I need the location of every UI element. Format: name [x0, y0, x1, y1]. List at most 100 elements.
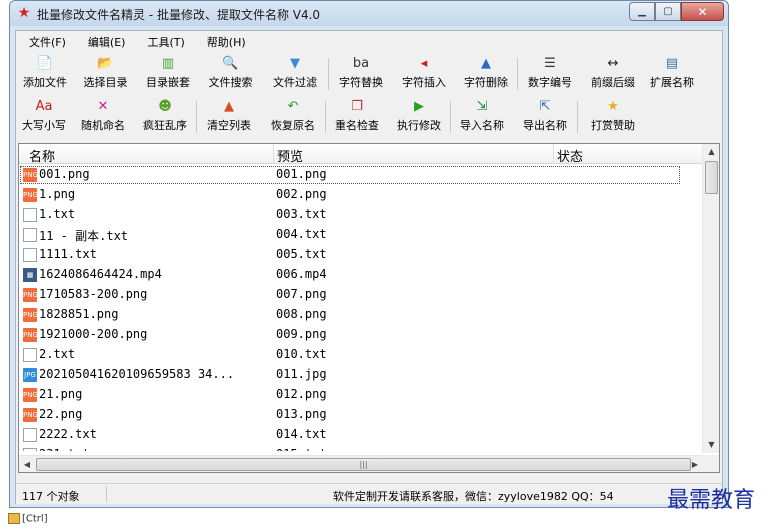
app-star-icon: ★: [17, 5, 31, 21]
menu-tools[interactable]: 工具(T): [134, 31, 193, 51]
toolbar-button-shuffle[interactable]: ✕ 随机命名: [72, 95, 134, 140]
taskbar-app-icon: [8, 513, 20, 524]
toolbar-button-label: 前缀后缀: [591, 76, 635, 89]
nested-folder-icon: ▥: [161, 56, 175, 71]
toolbar-button-folder-open[interactable]: 📂 选择目录: [74, 52, 137, 95]
file-row[interactable]: 1.txt 003.txt: [19, 205, 703, 225]
scroll-corner: [702, 455, 719, 472]
column-header-preview[interactable]: 预览: [277, 146, 303, 165]
toolbar-button-label: 扩展名称: [650, 76, 694, 89]
toolbar-button-filter[interactable]: ▼ 文件过滤: [262, 52, 328, 95]
toolbar-button-delete-chars[interactable]: ▲ 字符删除: [455, 52, 517, 95]
toolbar-button-prefix-suffix[interactable]: ↔ 前缀后缀: [582, 52, 644, 95]
scroll-right-arrow-icon[interactable]: ▶: [687, 456, 703, 472]
maximize-button[interactable]: ▢: [655, 2, 681, 21]
minimize-button[interactable]: ▁: [629, 2, 655, 21]
toolbar-button-label: 文件过滤: [273, 76, 317, 89]
txt-file-icon: [23, 348, 37, 362]
execute-icon: ▶: [414, 99, 424, 114]
toolbar-button-star[interactable]: ★ 打赏赞助: [578, 95, 648, 140]
export-icon: ⇱: [539, 99, 551, 114]
file-name: 1710583-200.png: [39, 287, 148, 301]
toolbar-button-import[interactable]: ⇲ 导入名称: [451, 95, 513, 140]
object-count: 117 个对象: [22, 490, 80, 503]
star-icon: ★: [607, 99, 619, 114]
toolbar-button-replace-chars[interactable]: ba 字符替换: [329, 52, 393, 95]
toolbar-button-crazy-order[interactable]: ☻ 疯狂乱序: [134, 95, 196, 140]
horizontal-scroll-thumb[interactable]: |||: [36, 458, 691, 471]
file-row[interactable]: PNG 1710583-200.png 007.png: [19, 285, 703, 305]
window-title: 批量修改文件名精灵 - 批量修改、提取文件名称 V4.0: [37, 8, 321, 22]
toolbar-button-label: 大写小写: [22, 119, 66, 132]
file-name: 11 - 副本.txt: [39, 229, 129, 243]
file-row[interactable]: PNG 001.png 001.png: [19, 165, 703, 185]
png-file-icon: PNG: [23, 188, 38, 202]
scroll-left-arrow-icon[interactable]: ◀: [19, 456, 35, 472]
contact-info: 软件定制开发请联系客服，微信：zyylove1982 QQ：54: [333, 490, 614, 503]
file-row[interactable]: PNG 1921000-200.png 009.png: [19, 325, 703, 345]
file-row[interactable]: PNG 1828851.png 008.png: [19, 305, 703, 325]
menu-help[interactable]: 帮助(H): [194, 31, 255, 51]
toolbar-button-clear-list[interactable]: ▲ 清空列表: [197, 95, 261, 140]
column-divider[interactable]: [273, 144, 274, 164]
png-file-icon: PNG: [23, 288, 38, 302]
file-name: 2222.txt: [39, 427, 97, 441]
toolbar-button-duplicate-check[interactable]: ❐ 重名检查: [326, 95, 388, 140]
column-divider[interactable]: [553, 144, 554, 164]
scroll-up-arrow-icon[interactable]: ▲: [703, 144, 719, 160]
file-row-focus: [21, 447, 679, 451]
file-preview-name: 004.txt: [276, 227, 327, 241]
toolbar-button-case[interactable]: Aa 大写小写: [16, 95, 72, 140]
file-row-focus: [21, 247, 679, 263]
toolbar-button-insert-chars[interactable]: ◂ 字符插入: [393, 52, 455, 95]
file-row[interactable]: JPG 202105041620109659583 34... 011.jpg: [19, 365, 703, 385]
file-preview-name: 005.txt: [276, 247, 327, 261]
menu-file[interactable]: 文件(F): [16, 31, 75, 51]
toolbar-button-extension[interactable]: ▤ 扩展名称: [644, 52, 700, 95]
file-list[interactable]: 名称 预览 状态 PNG 001.png 001.png PNG 1.png 002.pn…: [18, 143, 720, 473]
file-name: 1111.txt: [39, 247, 97, 261]
taskbar-item[interactable]: [Ctrl]: [8, 513, 48, 527]
file-row[interactable]: PNG 1.png 002.png: [19, 185, 703, 205]
menu-edit[interactable]: 编辑(E): [75, 31, 135, 51]
import-icon: ⇲: [476, 99, 488, 114]
scroll-down-arrow-icon[interactable]: ▼: [703, 437, 719, 453]
numbering-icon: ☰: [544, 56, 556, 71]
file-preview-name: 012.png: [276, 387, 327, 401]
title-bar[interactable]: ★ 批量修改文件名精灵 - 批量修改、提取文件名称 V4.0 ▁ ▢ ✕: [10, 1, 728, 26]
replace-chars-icon: ba: [352, 56, 370, 71]
file-name: 21.png: [39, 387, 83, 401]
file-row[interactable]: 1111.txt 005.txt: [19, 245, 703, 265]
file-row[interactable]: 11 - 副本.txt 004.txt: [19, 225, 703, 245]
file-row[interactable]: 2222.txt 014.txt: [19, 425, 703, 445]
file-row[interactable]: PNG 22.png 013.png: [19, 405, 703, 425]
filter-icon: ▼: [290, 56, 300, 71]
txt-file-icon: [23, 208, 37, 222]
file-row-focus: [21, 347, 679, 363]
toolbar-button-execute[interactable]: ▶ 执行修改: [388, 95, 450, 140]
file-preview-name: 006.mp4: [276, 267, 327, 281]
file-row[interactable]: PNG 21.png 012.png: [19, 385, 703, 405]
vertical-scrollbar[interactable]: ▲ ▼: [702, 144, 719, 453]
restore-icon: ↶: [287, 99, 299, 114]
file-row[interactable]: 231.txt 015.txt: [19, 445, 703, 451]
toolbar-button-label: 数字编号: [528, 76, 572, 89]
horizontal-scrollbar[interactable]: ◀ ||| ▶: [19, 455, 703, 472]
txt-file-icon: [23, 428, 37, 442]
toolbar-button-export[interactable]: ⇱ 导出名称: [513, 95, 577, 140]
toolbar-button-numbering[interactable]: ☰ 数字编号: [518, 52, 582, 95]
toolbar-button-restore[interactable]: ↶ 恢复原名: [261, 95, 325, 140]
file-row[interactable]: 2.txt 010.txt: [19, 345, 703, 365]
column-header-status[interactable]: 状态: [557, 146, 583, 165]
prefix-suffix-icon: ↔: [607, 56, 619, 71]
toolbar-button-add-file[interactable]: 📄 添加文件: [16, 52, 74, 95]
shuffle-icon: ✕: [97, 99, 109, 114]
toolbar-button-nested-folder[interactable]: ▥ 目录嵌套: [137, 52, 199, 95]
toolbar-button-label: 重名检查: [335, 119, 379, 132]
toolbar-button-search[interactable]: 🔍 文件搜索: [199, 52, 262, 95]
close-button[interactable]: ✕: [681, 2, 724, 21]
column-header-name[interactable]: 名称: [29, 146, 55, 165]
file-row[interactable]: ▦ 1624086464424.mp4 006.mp4: [19, 265, 703, 285]
minimize-icon: ▁: [638, 6, 646, 17]
vertical-scroll-thumb[interactable]: [705, 161, 718, 194]
